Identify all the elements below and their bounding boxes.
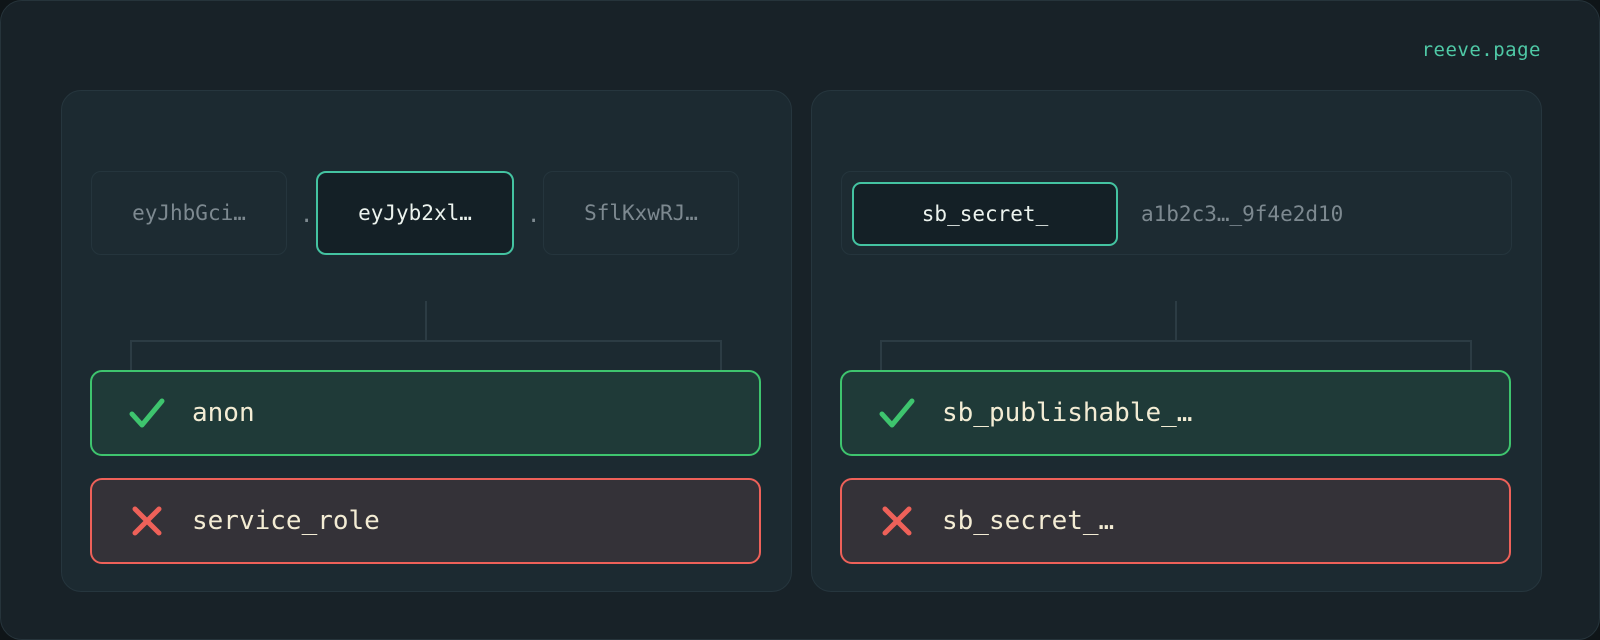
left-connector-drop-left (130, 340, 132, 372)
right-connector-stem (1175, 301, 1177, 341)
jwt-separator-2: . (527, 203, 541, 228)
left-connector-drop-right (720, 340, 722, 372)
secret-key-prefix: sb_secret_ (852, 182, 1118, 246)
x-icon (132, 506, 162, 536)
secret-label: sb_secret_… (942, 506, 1115, 536)
left-connector-bar (130, 340, 722, 342)
jwt-signature-segment: SflKxwRJ… (543, 171, 739, 255)
publishable-option: sb_publishable_… (840, 370, 1511, 456)
x-icon (882, 506, 912, 536)
publishable-label: sb_publishable_… (942, 398, 1193, 428)
jwt-separator-1: . (300, 203, 314, 228)
left-connector-stem (425, 301, 427, 341)
secret-option: sb_secret_… (840, 478, 1511, 564)
right-connector-bar (880, 340, 1472, 342)
service-role-label: service_role (192, 506, 380, 536)
check-icon (129, 398, 165, 428)
secret-key-rest: a1b2c3…_9f4e2d10 (1141, 202, 1344, 226)
brand-label: reeve.page (1421, 39, 1541, 61)
check-icon (879, 398, 915, 428)
anon-label: anon (192, 398, 255, 428)
diagram-frame: reeve.page eyJhbGci… . eyJyb2xl… . SflKx… (0, 0, 1600, 640)
anon-option: anon (90, 370, 761, 456)
service-role-option: service_role (90, 478, 761, 564)
right-connector-drop-left (880, 340, 882, 372)
right-connector-drop-right (1470, 340, 1472, 372)
jwt-payload-segment: eyJyb2xl… (316, 171, 514, 255)
jwt-header-segment: eyJhbGci… (91, 171, 287, 255)
